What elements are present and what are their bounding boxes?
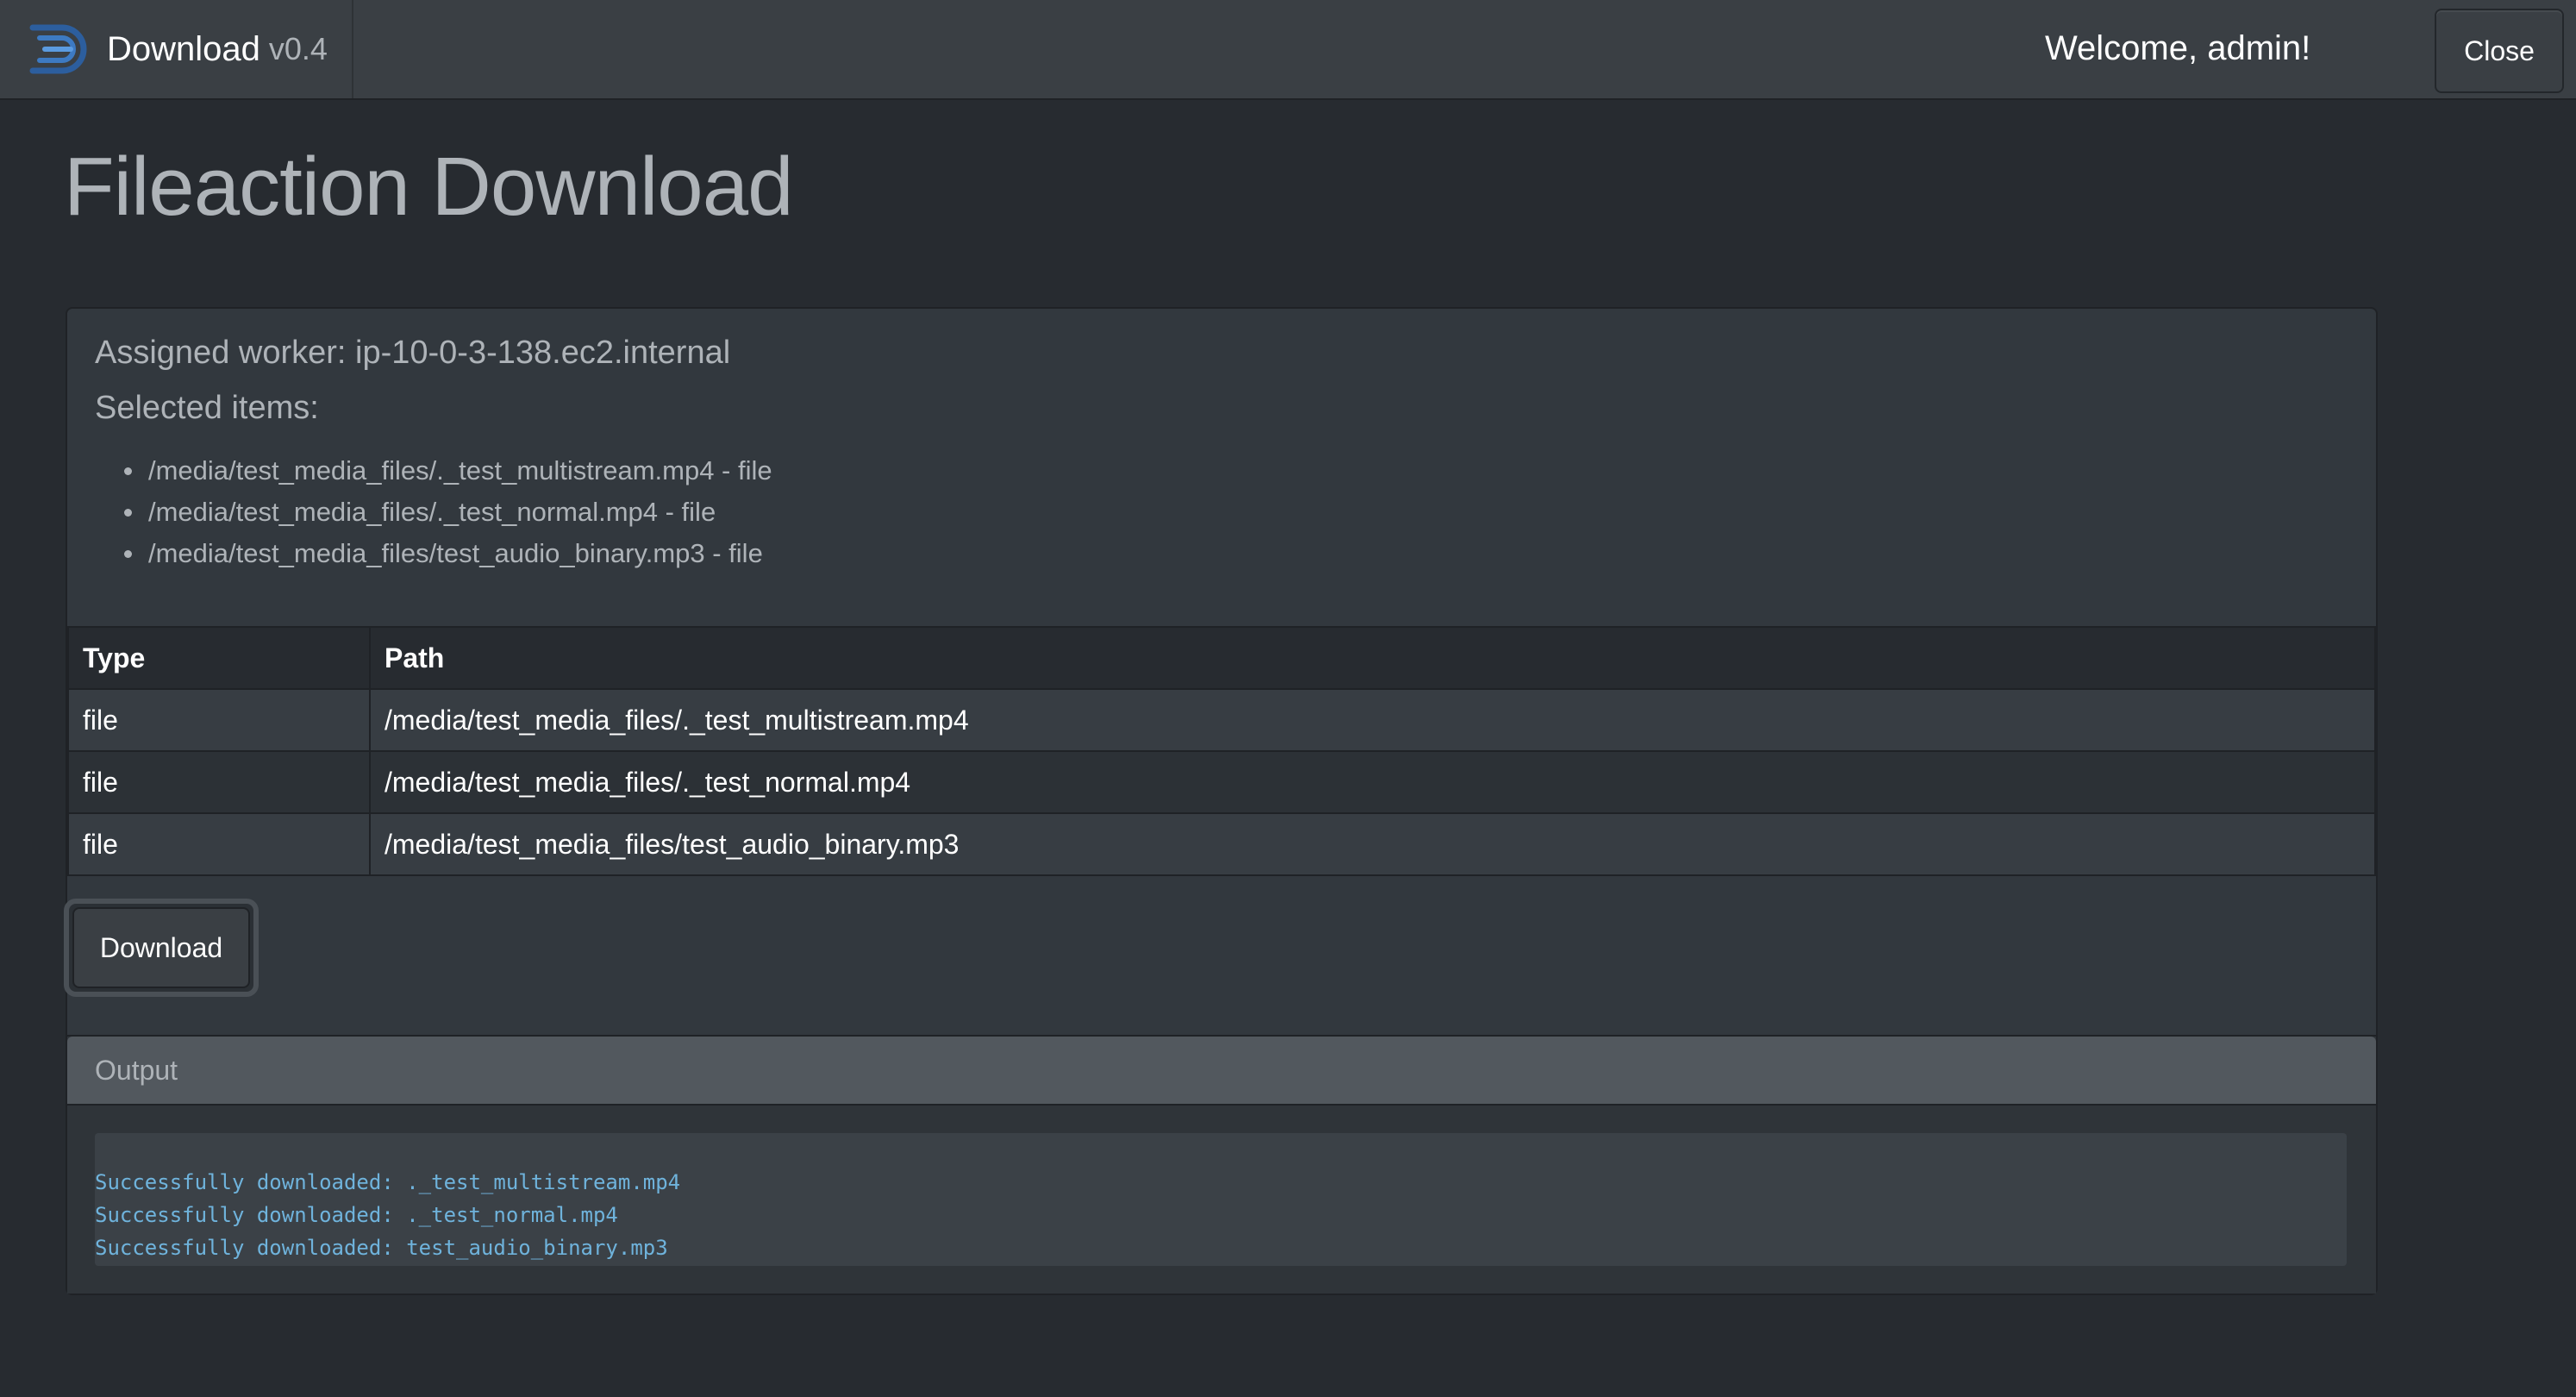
selected-item: /media/test_media_files/._test_normal.mp… [124,492,772,533]
welcome-message: Welcome, admin! [2045,29,2311,67]
selected-item: /media/test_media_files/test_audio_binar… [124,533,772,574]
output-header: Output [67,1037,2376,1106]
brand-name: Download [107,29,260,68]
selected-items-list: /media/test_media_files/._test_multistre… [124,450,772,574]
download-button[interactable]: Download [72,907,250,988]
column-header-path: Path [369,626,2376,690]
close-button[interactable]: Close [2435,9,2564,93]
table-header-row: Type Path [67,626,2376,690]
output-line: Successfully downloaded: ._test_multistr… [95,1170,681,1194]
output-panel: Output Successfully downloaded: ._test_m… [67,1035,2376,1294]
cell-type: file [67,688,371,752]
brand[interactable]: Download v0.4 [0,0,353,98]
table-row: file /media/test_media_files/test_audio_… [67,812,2376,876]
cell-path: /media/test_media_files/test_audio_binar… [369,812,2376,876]
top-navbar: Download v0.4 Welcome, admin! Close [0,0,2576,100]
selected-items-label: Selected items: [95,390,319,426]
table-row: file /media/test_media_files/._test_mult… [67,688,2376,752]
output-line: Successfully downloaded: ._test_normal.m… [95,1203,618,1227]
cell-path: /media/test_media_files/._test_normal.mp… [369,750,2376,814]
table-row: file /media/test_media_files/._test_norm… [67,750,2376,814]
files-table: Type Path file /media/test_media_files/.… [67,626,2376,876]
cell-type: file [67,812,371,876]
cell-path: /media/test_media_files/._test_multistre… [369,688,2376,752]
output-line: Successfully downloaded: test_audio_bina… [95,1236,668,1260]
brand-version: v0.4 [268,31,328,66]
download-card: Assigned worker: ip-10-0-3-138.ec2.inter… [64,307,2378,1295]
output-log: Successfully downloaded: ._test_multistr… [95,1133,2347,1266]
column-header-type: Type [67,626,371,690]
page-title: Fileaction Download [64,141,793,233]
download-logo-icon [29,24,87,74]
assigned-worker: Assigned worker: ip-10-0-3-138.ec2.inter… [95,335,731,371]
cell-type: file [67,750,371,814]
download-button-focus-ring: Download [64,899,259,997]
selected-item: /media/test_media_files/._test_multistre… [124,450,772,492]
output-lines: Successfully downloaded: ._test_multistr… [95,1166,680,1264]
